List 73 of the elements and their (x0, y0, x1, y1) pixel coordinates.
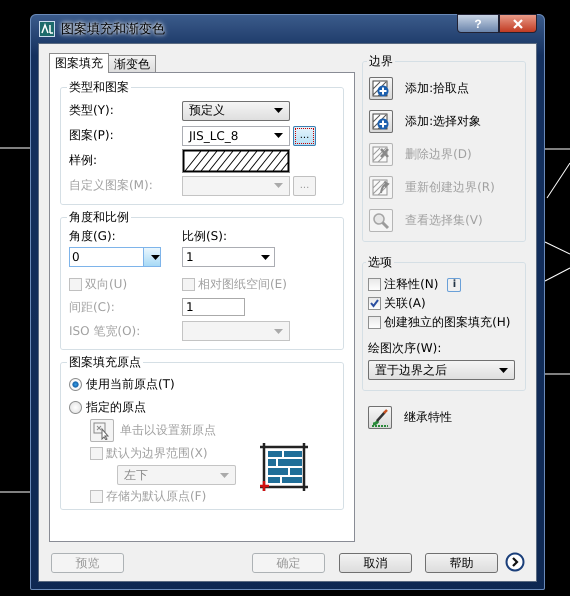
expand-button[interactable] (505, 552, 525, 572)
window-title: 图案填充和渐变色 (61, 21, 165, 38)
field-label: 间距(C): (69, 298, 116, 316)
field-label: 类型(Y): (69, 102, 115, 119)
boundary-label: 添加:选择对象 (405, 113, 482, 130)
checkbox-label: 创建独立的图案填充(H) (384, 314, 510, 331)
scale-dropdown[interactable]: 1 (182, 247, 275, 267)
pick-points-button[interactable] (369, 77, 394, 100)
browse-button[interactable]: ... (293, 126, 316, 146)
group-title: 角度和比例 (68, 209, 130, 226)
dialog-button[interactable]: 帮助 (425, 553, 498, 573)
field-label: 比例(S): (182, 228, 228, 245)
app-icon (39, 21, 55, 37)
checkbox-label: 双向(U) (85, 276, 128, 292)
boundary-label: 查看选择集(V) (405, 212, 483, 229)
checkbox-label: 注释性(N) (384, 276, 438, 293)
select-objects-icon (372, 112, 390, 130)
brick-origin-icon (260, 443, 308, 491)
radio-button[interactable] (69, 378, 82, 391)
group-title: 类型和图案 (68, 79, 130, 96)
radio-button[interactable] (69, 401, 82, 414)
group-title: 图案填充原点 (68, 354, 142, 371)
group-title: 选项 (367, 254, 394, 271)
field-label: 角度(G): (69, 228, 117, 245)
boundary-label: 重新创建边界(R) (405, 179, 495, 196)
caret-icon (261, 254, 270, 260)
caret-icon (274, 133, 283, 138)
inherit-label: 继承特性 (404, 409, 452, 426)
select-objects-button[interactable] (369, 110, 394, 133)
caret-icon (274, 108, 283, 113)
boundary-label: 删除边界(D) (405, 146, 472, 163)
tab[interactable]: 渐变色 (108, 55, 156, 72)
info-button[interactable]: i (447, 278, 462, 292)
draw-order-dropdown[interactable]: 置于边界之后 (368, 360, 516, 380)
checkmark-icon (369, 298, 380, 309)
remove-boundary-icon (372, 146, 390, 164)
close-button[interactable] (499, 14, 537, 33)
dropdown[interactable]: JIS_LC_8 (182, 126, 290, 146)
magnifier-icon (372, 212, 390, 230)
radio-label: 指定的原点 (86, 399, 146, 416)
inherit-properties-button[interactable] (368, 406, 392, 429)
dropdown[interactable]: 预定义 (182, 100, 290, 120)
field-label: 绘图次序(W): (368, 340, 442, 357)
caret-icon (499, 368, 508, 372)
field-label: 图案(P): (69, 127, 115, 144)
caret-icon (151, 254, 160, 260)
chevron-icon (505, 552, 525, 572)
set-origin-label: 单击以设置新原点 (120, 422, 216, 439)
dropdown[interactable] (182, 176, 290, 196)
radio-label: 使用当前原点(T) (86, 376, 175, 393)
checkbox[interactable] (368, 278, 382, 291)
close-icon (513, 18, 523, 28)
checkbox-label: 关联(A) (384, 295, 426, 312)
caret-icon (274, 328, 283, 334)
dialog-button[interactable]: 取消 (339, 553, 412, 573)
recreate-boundary-icon (372, 178, 390, 196)
field-label: 自定义图案(M): (69, 177, 154, 194)
boundary-label: 添加:拾取点 (405, 80, 470, 97)
group-title: 边界 (368, 53, 394, 70)
checkbox[interactable] (368, 316, 382, 329)
caret-icon (274, 183, 283, 188)
checkbox-label: 默认为边界范围(X) (106, 445, 208, 462)
pick-point-icon (372, 80, 390, 98)
angle-dropdown[interactable]: 0 (69, 247, 161, 267)
field-label: ISO 笔宽(O): (69, 322, 142, 340)
caret-icon (220, 472, 229, 478)
brush-icon (371, 408, 390, 426)
tab[interactable]: 图案填充 (49, 53, 109, 73)
checkbox-label: 存储为默认原点(F) (106, 488, 206, 505)
checkbox-label: 相对图纸空间(E) (198, 276, 287, 292)
checkbox[interactable] (368, 297, 382, 310)
cursor-icon (93, 422, 111, 440)
field-label: 样例: (69, 152, 98, 169)
